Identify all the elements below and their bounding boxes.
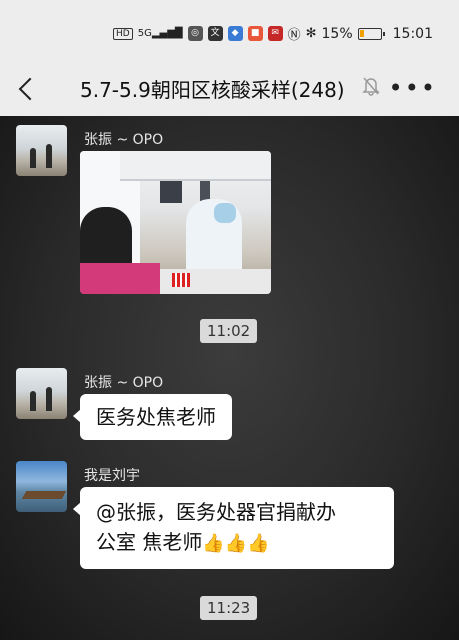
- sender-name: 张振 ~ OPO: [84, 375, 164, 391]
- app-icon-1: ◎: [187, 26, 203, 41]
- chat-title: 5.7-5.9朝阳区核酸采样(248): [80, 78, 345, 102]
- status-icons: HD 5G▂▄▆█ ◎ 文 ◆ ■ ✉ Ⓝ ✻ 15% 15:01: [113, 24, 433, 43]
- message-text-line1: @张振，医务处器官捐献办: [96, 500, 336, 524]
- battery-icon: [357, 27, 385, 40]
- timestamp: 11:23: [200, 596, 258, 620]
- thumbs-up-icon: 👍👍👍: [202, 533, 270, 554]
- app-icon-5: ✉: [267, 26, 283, 41]
- avatar[interactable]: [16, 368, 67, 419]
- sender-name: 我是刘宇: [84, 468, 140, 484]
- timestamp: 11:02: [200, 319, 258, 343]
- app-icon-2: 文: [207, 26, 223, 41]
- image-message[interactable]: [80, 151, 271, 294]
- message-text-line2: 公室 焦老师: [96, 530, 203, 554]
- test-tubes: [172, 273, 190, 287]
- text-message[interactable]: 医务处焦老师: [73, 394, 232, 440]
- hd-icon: HD: [113, 27, 133, 40]
- app-icon-4: ■: [247, 26, 263, 41]
- status-bar: HD 5G▂▄▆█ ◎ 文 ◆ ■ ✉ Ⓝ ✻ 15% 15:01: [0, 0, 459, 66]
- battery-percent: 15%: [321, 25, 353, 42]
- bluetooth-icon: ✻: [305, 26, 317, 41]
- avatar[interactable]: [16, 461, 67, 512]
- mute-bell-icon: [362, 77, 380, 96]
- nfc-icon: Ⓝ: [287, 28, 301, 43]
- message-text: 医务处焦老师: [96, 405, 216, 429]
- app-icon-3: ◆: [227, 26, 243, 41]
- status-time: 15:01: [392, 25, 433, 42]
- back-arrow-icon[interactable]: [14, 74, 44, 104]
- signal-icon: 5G▂▄▆█: [137, 28, 183, 39]
- more-options-icon[interactable]: •••: [389, 74, 437, 102]
- sender-name: 张振 ~ OPO: [84, 132, 164, 148]
- text-message[interactable]: @张振，医务处器官捐献办 公室 焦老师👍👍👍: [73, 487, 394, 569]
- avatar[interactable]: [16, 125, 67, 176]
- chat-header: 5.7-5.9朝阳区核酸采样(248) •••: [0, 66, 459, 116]
